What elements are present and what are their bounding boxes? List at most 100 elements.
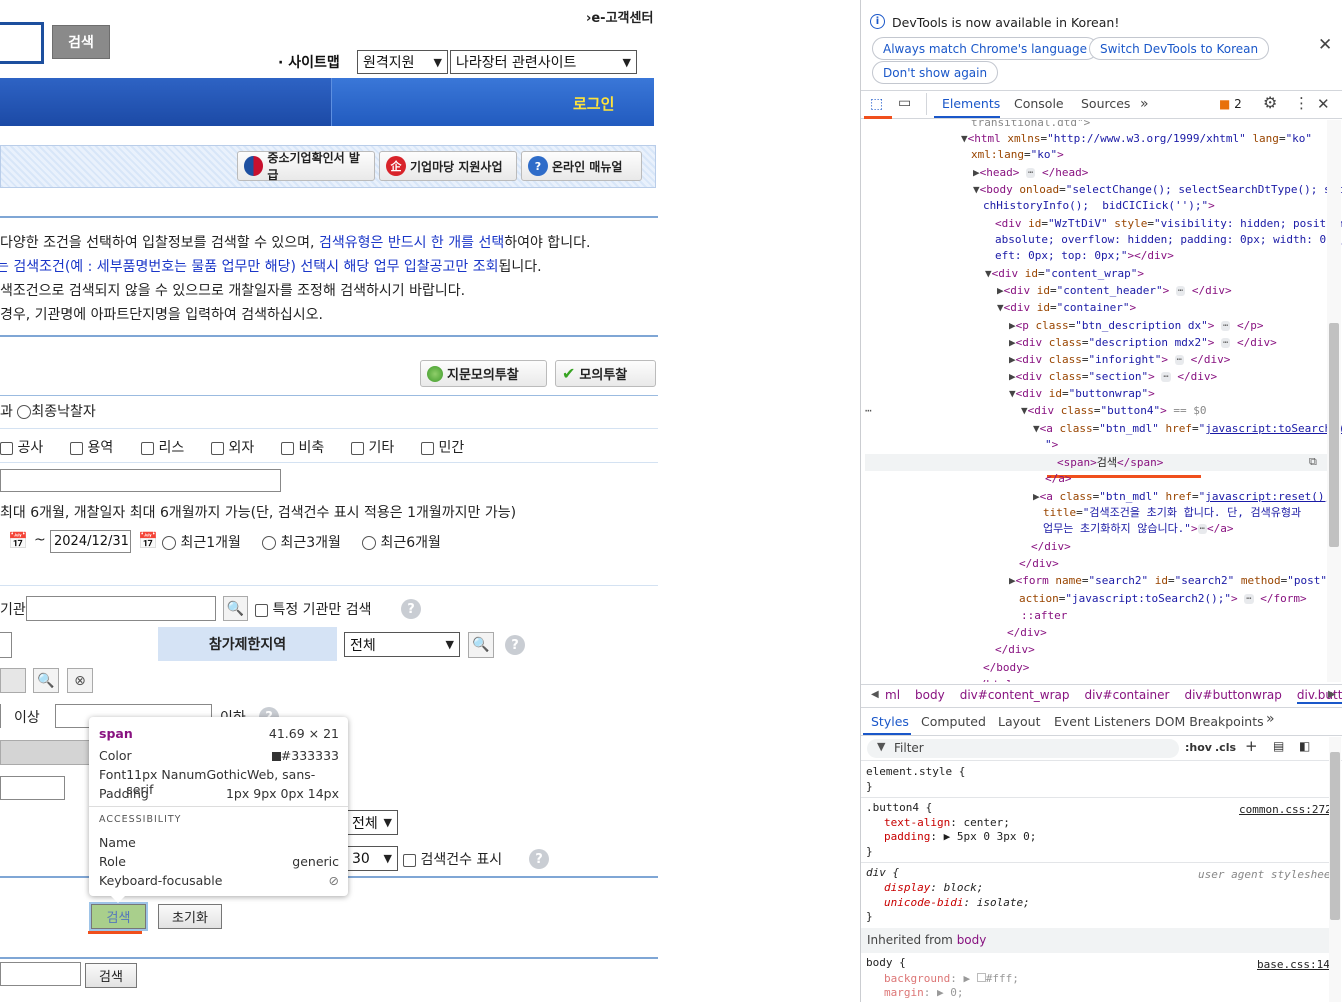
type-stockpile[interactable]: 비축 (281, 437, 351, 457)
breadcrumb-item[interactable]: div#buttonwrap (1184, 688, 1281, 704)
count-display-checkbox[interactable]: 검색건수 표시 (403, 849, 502, 869)
chevron-right-icon[interactable]: ▶ (1328, 689, 1336, 700)
recent-1month-radio[interactable]: 최근1개월 (162, 532, 262, 552)
field-input[interactable] (0, 632, 12, 658)
tab-sources[interactable]: Sources (1081, 96, 1130, 111)
close-devtools-icon[interactable]: ✕ (1317, 95, 1330, 113)
breadcrumb-item[interactable]: ml (885, 688, 900, 704)
calendar-icon[interactable]: 📅 (8, 531, 28, 550)
bizinfo-button[interactable]: 企 기업마당 지원사업 (379, 151, 517, 181)
type-foreign[interactable]: 외자 (211, 437, 281, 457)
mock-bid-button[interactable]: ✔ 모의투찰 (555, 360, 656, 387)
calendar-icon[interactable]: 📅 (138, 531, 158, 550)
search-submit-button[interactable]: 검색 (89, 902, 148, 931)
inspect-element-icon[interactable]: ⬚ (870, 96, 883, 112)
cls-toggle[interactable]: .cls (1215, 741, 1236, 754)
final-winner-radio[interactable] (17, 405, 32, 419)
source-link[interactable]: common.css:272 (1239, 803, 1332, 817)
subtab-event-listeners[interactable]: Event Listeners (1054, 714, 1151, 729)
chevron-left-icon[interactable]: ◀ (871, 689, 879, 700)
business-type-row: 공사 용역 리스 외자 비축 기타 민간 (0, 437, 491, 457)
fingerprint-mock-bid-button[interactable]: 지문모의투찰 (420, 360, 547, 387)
login-link[interactable]: 로그인 (573, 93, 614, 114)
dont-show-again-button[interactable]: Don't show again (872, 61, 999, 84)
issues-badge[interactable]: ■ 2 (1219, 97, 1242, 111)
amount-above-label: 이상 (14, 710, 40, 726)
type-construction[interactable]: 공사 (0, 437, 70, 457)
check-icon: ✔ (562, 364, 576, 383)
agency-label: 기관 (0, 602, 26, 618)
reset-button[interactable]: 초기화 (158, 904, 222, 929)
select-all-2[interactable]: 전체 ▼ (346, 810, 398, 835)
add-rule-icon[interactable]: + (1245, 737, 1258, 755)
ecenter-link[interactable]: ›e-고객센터 (586, 7, 653, 26)
button4-rule[interactable]: .button4 { (866, 801, 932, 815)
date-range-note: 최대 6개월, 개찰일자 최대 6개월까지 가능(단, 검색건수 표시 적용은 … (0, 505, 517, 521)
more-subtabs-icon[interactable]: » (1266, 711, 1275, 727)
body-rule[interactable]: body { (866, 956, 906, 970)
device-toolbar-icon[interactable]: ▭ (898, 95, 911, 111)
desc-line-2: 는 검색조건(예 : 세부품명번호는 물품 업무만 해당) 선택시 해당 업무 … (0, 259, 542, 275)
bottom-search-button[interactable]: 검색 (85, 963, 137, 988)
divider (0, 216, 658, 218)
breadcrumb-item[interactable]: div#content_wrap (960, 688, 1070, 704)
chevron-down-icon: ▼ (622, 55, 631, 69)
search-icon[interactable]: 🔍 (223, 596, 248, 621)
subtab-computed[interactable]: Computed (921, 714, 986, 729)
switch-korean-button[interactable]: Switch DevTools to Korean (1089, 37, 1270, 60)
styles-scrollbar[interactable] (1330, 752, 1340, 920)
tab-elements[interactable]: Elements (942, 96, 1000, 111)
div-rule[interactable]: div { (866, 866, 899, 880)
color-swatch (271, 752, 281, 761)
hov-toggle[interactable]: :hov (1185, 741, 1212, 754)
top-search-button[interactable]: 검색 (52, 25, 110, 59)
bottom-input[interactable] (0, 962, 81, 986)
recent-6month-radio[interactable]: 최근6개월 (362, 532, 441, 552)
divider (0, 335, 658, 337)
breadcrumb-item[interactable]: div#container (1085, 688, 1170, 704)
remote-support-select[interactable]: 원격지원 ▼ (357, 50, 448, 74)
online-manual-button[interactable]: ? 온라인 매뉴얼 (521, 151, 642, 181)
gear-icon[interactable]: ⚙ (1263, 93, 1277, 112)
subtab-layout[interactable]: Layout (998, 714, 1041, 729)
region-select[interactable]: 전체 ▼ (344, 632, 460, 657)
agency-input[interactable] (26, 596, 216, 621)
search-icon[interactable]: 🔍 (33, 668, 59, 693)
copy-icon[interactable]: ⧉ (1309, 455, 1317, 469)
sidebar-toggle-icon[interactable]: ◧ (1299, 739, 1310, 753)
subtab-dom-breakpoints[interactable]: DOM Breakpoints (1155, 714, 1264, 729)
breadcrumb-item[interactable]: body (915, 688, 945, 704)
tab-console[interactable]: Console (1014, 96, 1064, 111)
clear-icon[interactable]: ⊗ (67, 668, 93, 693)
specific-agency-checkbox[interactable]: 특정 기관만 검색 (255, 599, 372, 619)
highlight-underline (88, 931, 142, 934)
type-other[interactable]: 기타 (351, 437, 421, 457)
sme-certificate-button[interactable]: 중소기업확인서 발급 (237, 151, 375, 182)
subtab-styles[interactable]: Styles (871, 714, 909, 729)
recent-3month-radio[interactable]: 최근3개월 (262, 532, 362, 552)
count-select[interactable]: 30 ▼ (346, 846, 398, 871)
inspect-tooltip: span 41.69 × 21 Color #333333 Font 11px Nan… (89, 717, 348, 903)
type-lease[interactable]: 리스 (141, 437, 211, 457)
sitemap-label[interactable]: · 사이트맵 (278, 52, 340, 72)
type-private[interactable]: 민간 (421, 437, 491, 457)
more-tabs-icon[interactable]: » (1140, 96, 1149, 112)
keyword-search-input[interactable] (0, 22, 44, 64)
help-icon[interactable]: ? (529, 849, 549, 869)
date-to-input[interactable]: 2024/12/31 (50, 530, 131, 553)
related-sites-select[interactable]: 나라장터 관련사이트 ▼ (450, 50, 637, 74)
breadcrumb-items: ml body div#content_wrap div#container d… (885, 688, 1342, 704)
element-style-rule[interactable]: element.style { (866, 765, 965, 779)
help-icon[interactable]: ? (505, 635, 525, 655)
close-icon[interactable]: ✕ (1318, 35, 1332, 55)
field-input-2[interactable] (0, 776, 65, 800)
kebab-menu-icon[interactable]: ⋮ (1294, 94, 1309, 112)
dom-tree[interactable]: transitional.dtd"> ▼<html xmlns="http://… (861, 120, 1342, 682)
type-service[interactable]: 용역 (70, 437, 141, 457)
search-icon[interactable]: 🔍 (468, 632, 494, 658)
source-link[interactable]: base.css:14 (1257, 958, 1330, 972)
paint-icon[interactable]: ▤ (1273, 739, 1284, 753)
help-icon[interactable]: ? (401, 599, 421, 619)
item-number-input[interactable] (0, 469, 281, 492)
match-language-button[interactable]: Always match Chrome's language (872, 37, 1098, 60)
